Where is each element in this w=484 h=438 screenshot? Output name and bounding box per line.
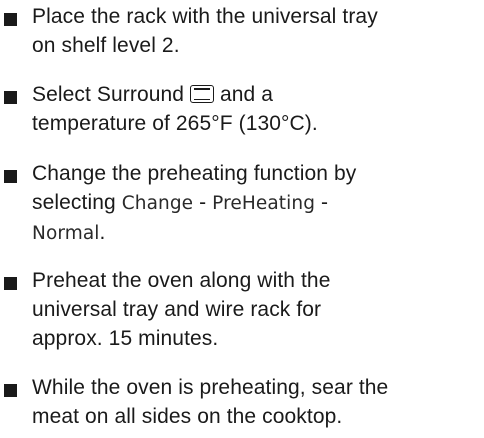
step-text: While the oven is preheating, sear the m…: [32, 373, 482, 431]
step-line: Preheat the oven along with the: [32, 269, 331, 292]
step-line: meat on all sides on the cooktop.: [32, 405, 343, 428]
step-line: temperature of 265°F (130°C).: [32, 112, 318, 135]
step-text: Preheat the oven along with the universa…: [32, 266, 482, 353]
step-text: Change the preheating function by select…: [32, 159, 482, 248]
step-line-part: and a: [219, 83, 274, 106]
bullet-square-icon: [4, 277, 17, 290]
step-line: Normal.: [32, 218, 482, 248]
bullet-square-icon: [4, 170, 17, 183]
surround-heating-icon: [190, 85, 215, 103]
menu-term-change: Change: [121, 193, 194, 214]
step-text: Select Surround and a temperature of 265…: [32, 80, 482, 138]
bullet-square-icon: [4, 91, 17, 104]
step-line-part: Select Surround: [32, 83, 185, 106]
separator: -: [193, 191, 213, 214]
bullet-square-icon: [4, 384, 17, 397]
menu-term-preheating: PreHeating: [212, 193, 316, 214]
step-line-part: .: [99, 221, 106, 244]
step-line: While the oven is preheating, sear the: [32, 376, 389, 399]
step-line: Select Surround and a: [32, 80, 482, 109]
step-line-part: selecting: [32, 191, 116, 214]
step-line: on shelf level 2.: [32, 34, 180, 57]
step-line: approx. 15 minutes.: [32, 327, 219, 350]
step-line: Change the preheating function by: [32, 162, 357, 185]
step-line: selecting Change - PreHeating -: [32, 188, 482, 218]
step-line: Place the rack with the universal tray: [32, 5, 378, 28]
separator: -: [315, 191, 329, 214]
step-text: Place the rack with the universal tray o…: [32, 2, 482, 60]
menu-term-normal: Normal: [32, 223, 100, 244]
bullet-square-icon: [4, 13, 17, 26]
step-line: universal tray and wire rack for: [32, 298, 322, 321]
